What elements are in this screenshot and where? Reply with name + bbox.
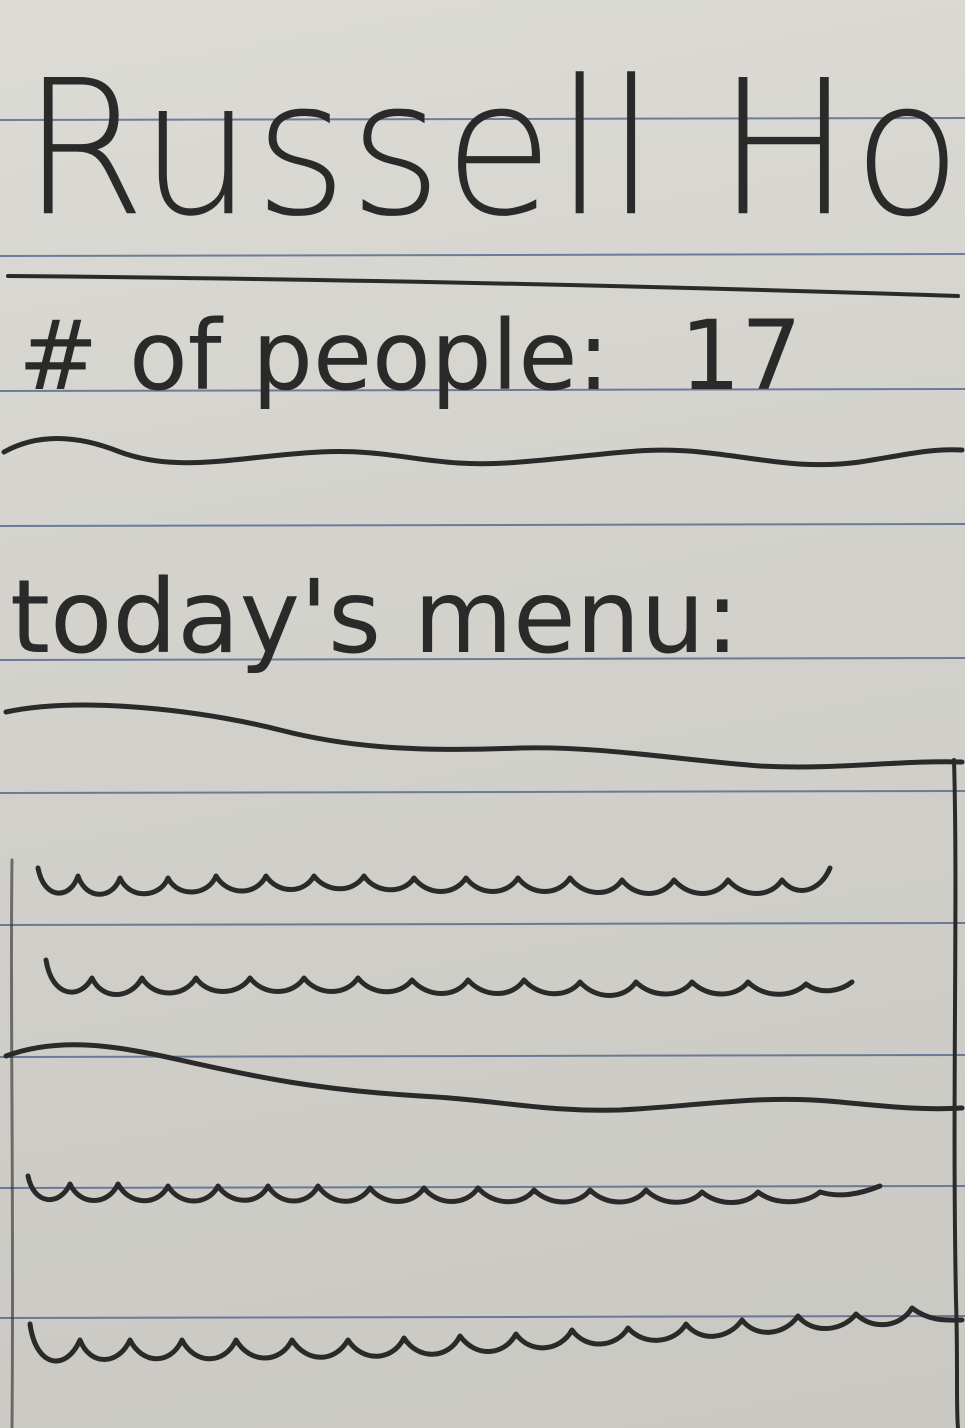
menu-box-left-border	[9, 858, 15, 1428]
wavy-divider-1	[1, 436, 965, 468]
wavy-divider-2	[3, 702, 965, 770]
menu-box-right-border	[952, 758, 960, 1428]
wireframe-sketch-card: Russell House # of people: 17 today's me…	[0, 0, 965, 1428]
wavy-divider-3	[3, 1042, 965, 1113]
menu-item-scribble-4	[27, 1305, 965, 1364]
menu-item-scribble-3	[25, 1173, 883, 1205]
menu-item-scribble-2	[43, 957, 855, 998]
menu-item-scribble-1	[35, 865, 833, 897]
header-divider	[6, 274, 960, 298]
sketch-strokes	[1, 274, 965, 1428]
